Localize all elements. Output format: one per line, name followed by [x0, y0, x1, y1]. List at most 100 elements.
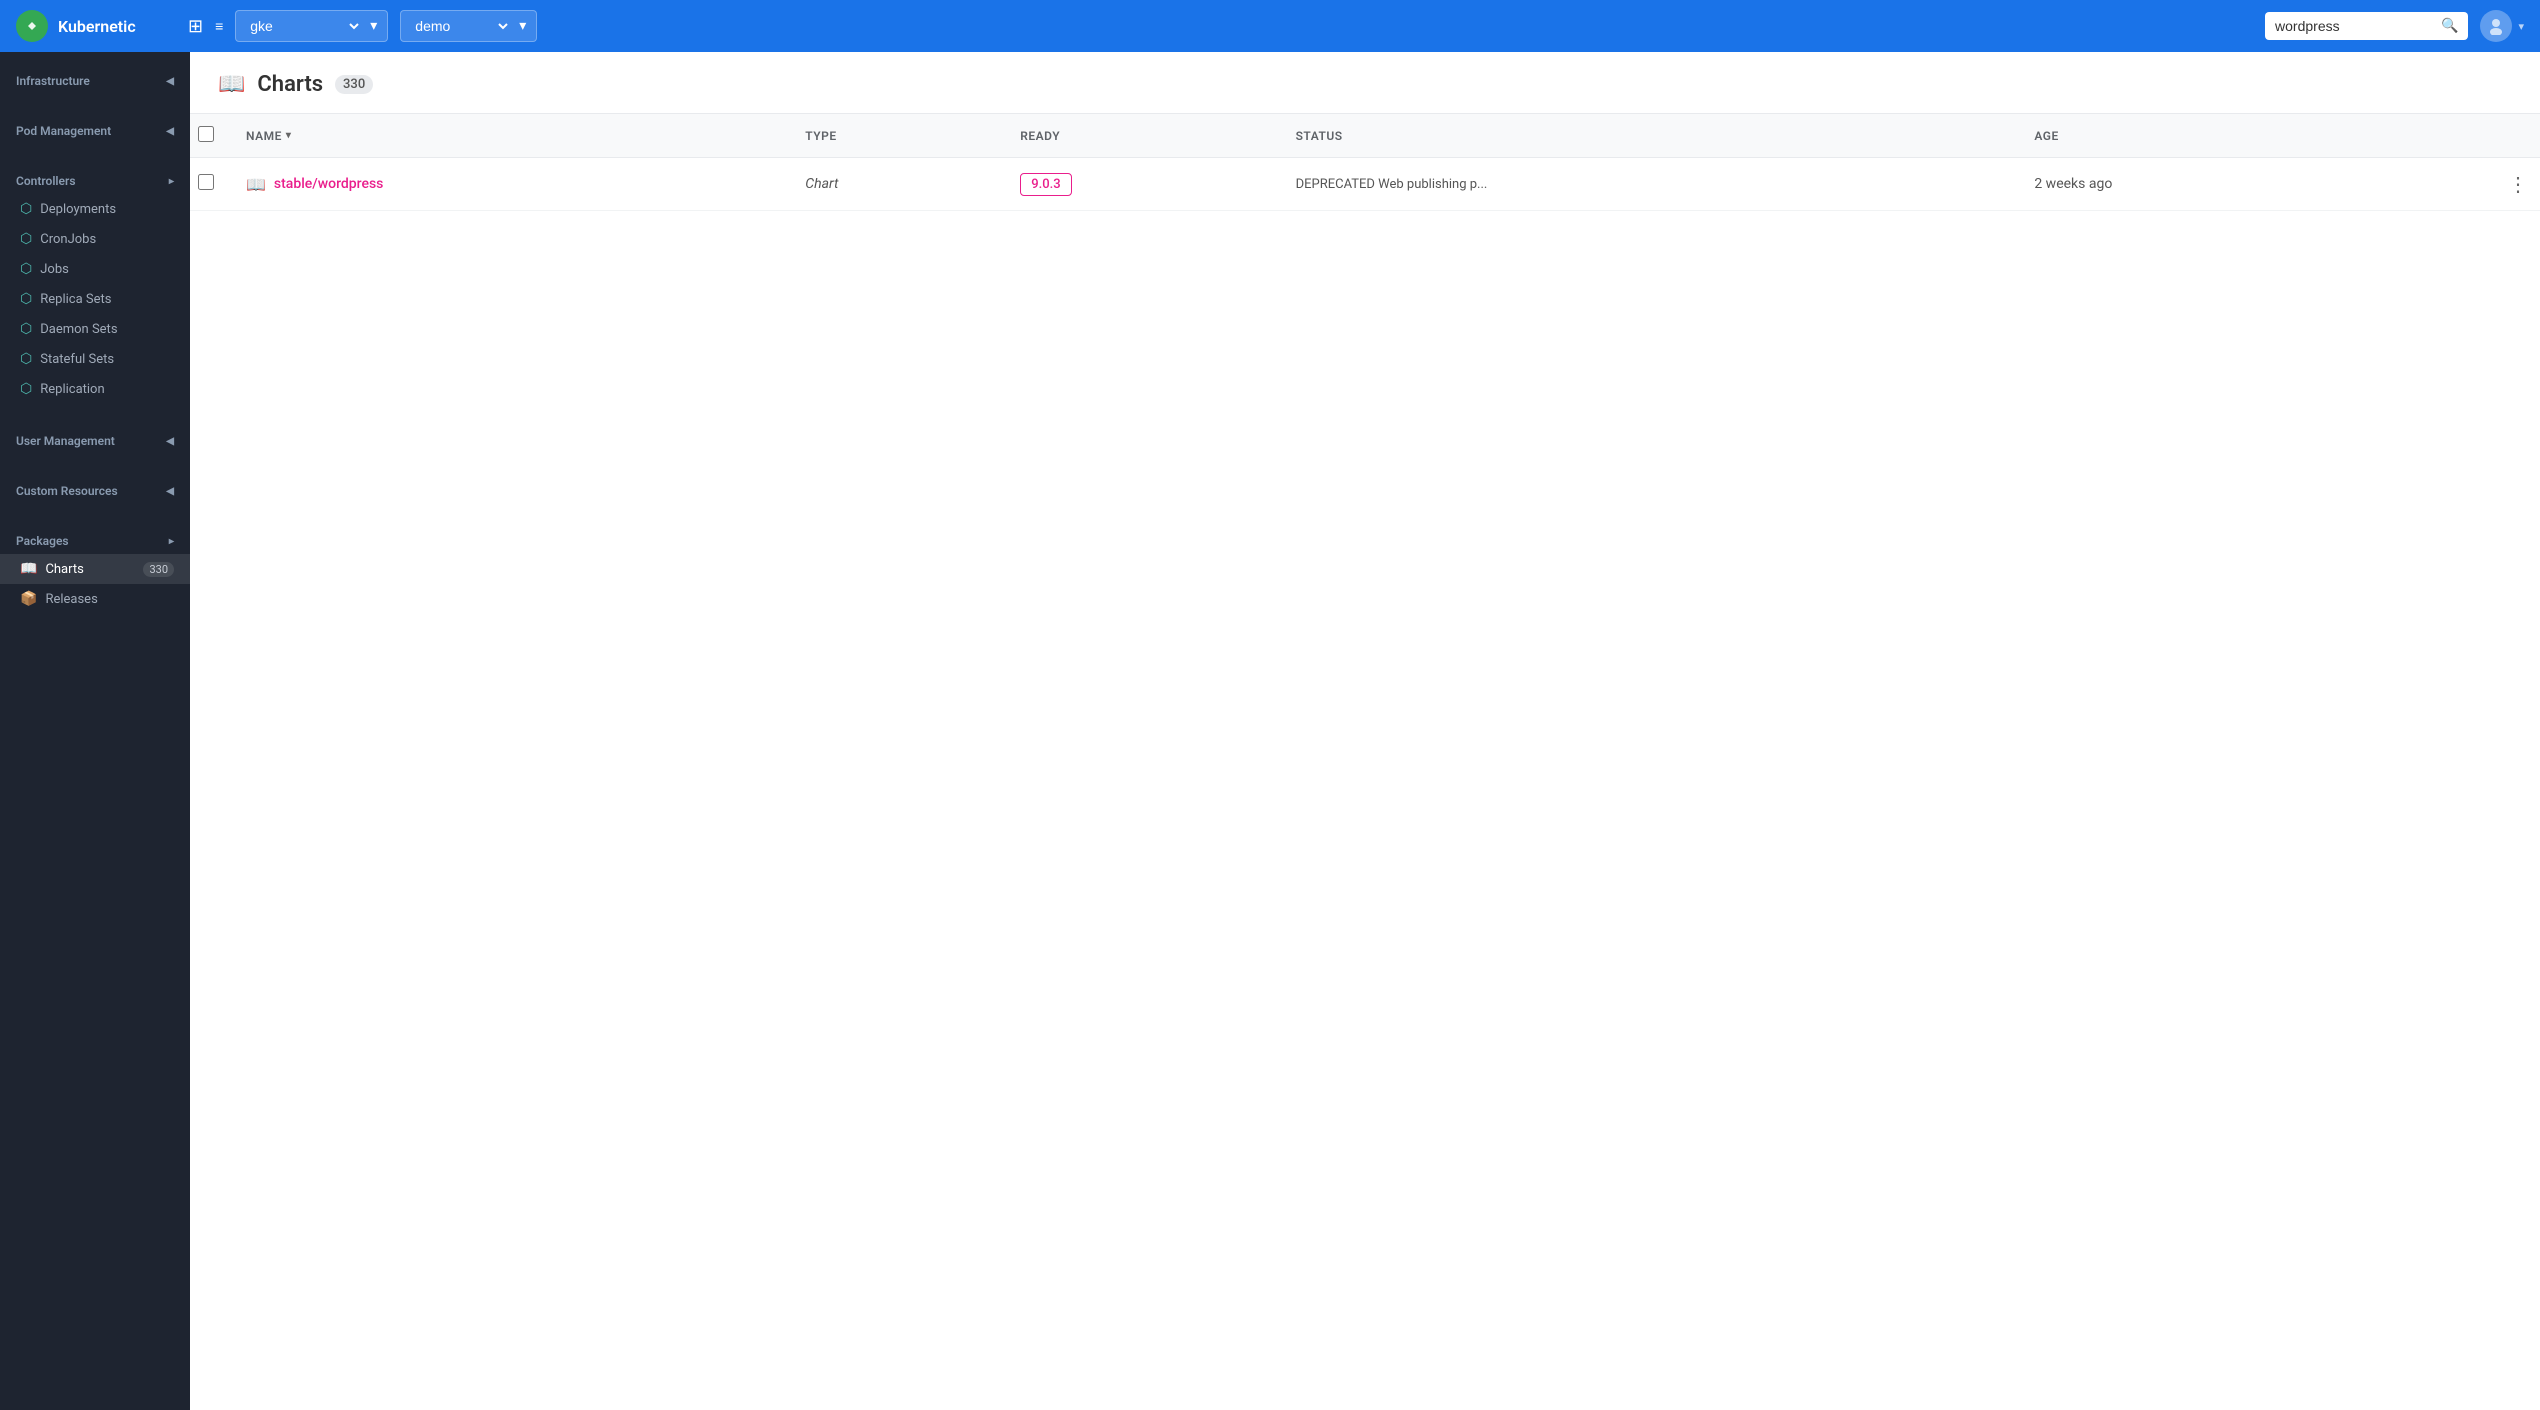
charts-label: Charts [45, 562, 83, 577]
row-name-cell: 📖 stable/wordpress [230, 158, 789, 211]
sidebar-item-deployments[interactable]: ⬡ Deployments [0, 194, 190, 224]
brand-name: Kubernetic [58, 17, 136, 36]
namespace-dropdown[interactable]: demo default kube-system [411, 17, 511, 35]
infrastructure-collapse-icon: ◀ [166, 76, 174, 87]
page-badge: 330 [335, 75, 373, 94]
sidebar-item-daemonsets[interactable]: ⬡ Daemon Sets [0, 314, 190, 344]
cronjobs-label: CronJobs [40, 232, 96, 247]
statefulsets-label: Stateful Sets [40, 352, 114, 367]
table-header: NAME ▾ TYPE READY STATUS [190, 114, 2540, 158]
sidebar-item-replication[interactable]: ⬡ Replication [0, 374, 190, 404]
charts-icon: 📖 [20, 561, 37, 577]
brand-logo [16, 10, 48, 42]
th-ready: READY [1004, 114, 1279, 158]
pod-management-collapse-icon: ◀ [166, 126, 174, 137]
select-all-checkbox[interactable] [198, 126, 214, 142]
replicasets-label: Replica Sets [40, 292, 111, 307]
th-type: TYPE [789, 114, 1004, 158]
page-title: Charts [257, 72, 323, 97]
releases-label: Releases [45, 592, 97, 607]
table-container: NAME ▾ TYPE READY STATUS [190, 114, 2540, 1410]
layout: Infrastructure ◀ Pod Management ◀ Contro… [0, 52, 2540, 1410]
replication-label: Replication [40, 382, 104, 397]
user-management-label: User Management [16, 434, 115, 448]
th-name-sortable[interactable]: NAME ▾ [246, 129, 773, 143]
row-status-cell: DEPRECATED Web publishing p... [1280, 158, 2019, 211]
sidebar-section-pod-management-header[interactable]: Pod Management ◀ [0, 118, 190, 144]
th-actions [2381, 114, 2540, 158]
packages-label: Packages [16, 534, 69, 548]
sidebar-section-packages-header[interactable]: Packages ▾ [0, 528, 190, 554]
packages-collapse-icon: ▾ [166, 538, 177, 543]
sidebar-section-pod-management: Pod Management ◀ [0, 102, 190, 152]
charts-badge: 330 [143, 562, 174, 577]
user-management-collapse-icon: ◀ [166, 436, 174, 447]
controllers-label: Controllers [16, 174, 76, 188]
row-checkbox[interactable] [198, 174, 214, 190]
releases-icon: 📦 [20, 591, 37, 607]
namespace-chevron-icon: ▾ [519, 18, 526, 34]
cluster-dropdown[interactable]: gke minikube docker-desktop [246, 17, 362, 35]
sidebar-section-user-management-header[interactable]: User Management ◀ [0, 428, 190, 454]
sidebar-item-charts[interactable]: 📖 Charts 330 [0, 554, 190, 584]
sidebar-section-controllers-header[interactable]: Controllers ▾ [0, 168, 190, 194]
infrastructure-label: Infrastructure [16, 74, 90, 88]
sidebar-section-infrastructure-header[interactable]: Infrastructure ◀ [0, 68, 190, 94]
cluster-select[interactable]: gke minikube docker-desktop ▾ [235, 10, 388, 42]
grid-icon[interactable]: ⊞ [188, 16, 203, 37]
main-content: 📖 Charts 330 NAME ▾ [190, 52, 2540, 1410]
row-ready-cell: 9.0.3 [1004, 158, 1279, 211]
daemonsets-icon: ⬡ [20, 321, 32, 337]
cronjobs-icon: ⬡ [20, 231, 32, 247]
sidebar-item-jobs[interactable]: ⬡ Jobs [0, 254, 190, 284]
search-box: 🔍 [2265, 12, 2468, 40]
th-age-label: AGE [2034, 129, 2058, 143]
row-age-text: 2 weeks ago [2034, 176, 2112, 192]
row-type-cell: Chart [789, 158, 1004, 211]
row-checkbox-cell [190, 158, 230, 211]
select-all-header [190, 114, 230, 158]
search-input[interactable] [2275, 18, 2435, 34]
th-status: STATUS [1280, 114, 2019, 158]
row-type-text: Chart [805, 176, 838, 192]
row-name-icon: 📖 [246, 175, 266, 194]
deployments-icon: ⬡ [20, 201, 32, 217]
brand: Kubernetic [16, 10, 176, 42]
statefulsets-icon: ⬡ [20, 351, 32, 367]
th-age: AGE [2018, 114, 2381, 158]
jobs-label: Jobs [40, 262, 69, 277]
sidebar-item-statefulsets[interactable]: ⬡ Stateful Sets [0, 344, 190, 374]
sidebar-section-custom-resources-header[interactable]: Custom Resources ◀ [0, 478, 190, 504]
row-age-cell: 2 weeks ago [2018, 158, 2381, 211]
replication-icon: ⬡ [20, 381, 32, 397]
topbar: Kubernetic ⊞ ≡ gke minikube docker-deskt… [0, 0, 2540, 52]
user-chevron-icon: ▾ [2518, 20, 2524, 33]
sidebar-item-replicasets[interactable]: ⬡ Replica Sets [0, 284, 190, 314]
namespace-select[interactable]: demo default kube-system ▾ [400, 10, 537, 42]
user-menu[interactable]: ▾ [2480, 10, 2524, 42]
list-icon[interactable]: ≡ [215, 18, 223, 35]
page-header: 📖 Charts 330 [190, 52, 2540, 114]
table-body: 📖 stable/wordpress Chart 9.0.3 DEPRECATE… [190, 158, 2540, 211]
sidebar-section-infrastructure: Infrastructure ◀ [0, 52, 190, 102]
search-icon[interactable]: 🔍 [2441, 18, 2458, 34]
th-name-label: NAME [246, 129, 282, 143]
sidebar: Infrastructure ◀ Pod Management ◀ Contro… [0, 52, 190, 1410]
pod-management-label: Pod Management [16, 124, 111, 138]
replicasets-icon: ⬡ [20, 291, 32, 307]
sidebar-section-controllers: Controllers ▾ ⬡ Deployments ⬡ CronJobs ⬡… [0, 152, 190, 412]
th-name: NAME ▾ [230, 114, 789, 158]
row-actions-menu-icon[interactable]: ⋮ [2508, 172, 2528, 196]
row-name[interactable]: 📖 stable/wordpress [246, 175, 773, 194]
charts-table: NAME ▾ TYPE READY STATUS [190, 114, 2540, 211]
row-name-text: stable/wordpress [274, 176, 383, 192]
row-ready-badge: 9.0.3 [1020, 173, 1071, 196]
th-ready-label: READY [1020, 129, 1060, 143]
row-status-text: DEPRECATED Web publishing p... [1296, 177, 1488, 192]
sidebar-item-cronjobs[interactable]: ⬡ CronJobs [0, 224, 190, 254]
sidebar-item-releases[interactable]: 📦 Releases [0, 584, 190, 614]
sidebar-section-custom-resources: Custom Resources ◀ [0, 462, 190, 512]
th-status-label: STATUS [1296, 129, 1343, 143]
row-actions-cell[interactable]: ⋮ [2381, 158, 2540, 211]
table-row: 📖 stable/wordpress Chart 9.0.3 DEPRECATE… [190, 158, 2540, 211]
